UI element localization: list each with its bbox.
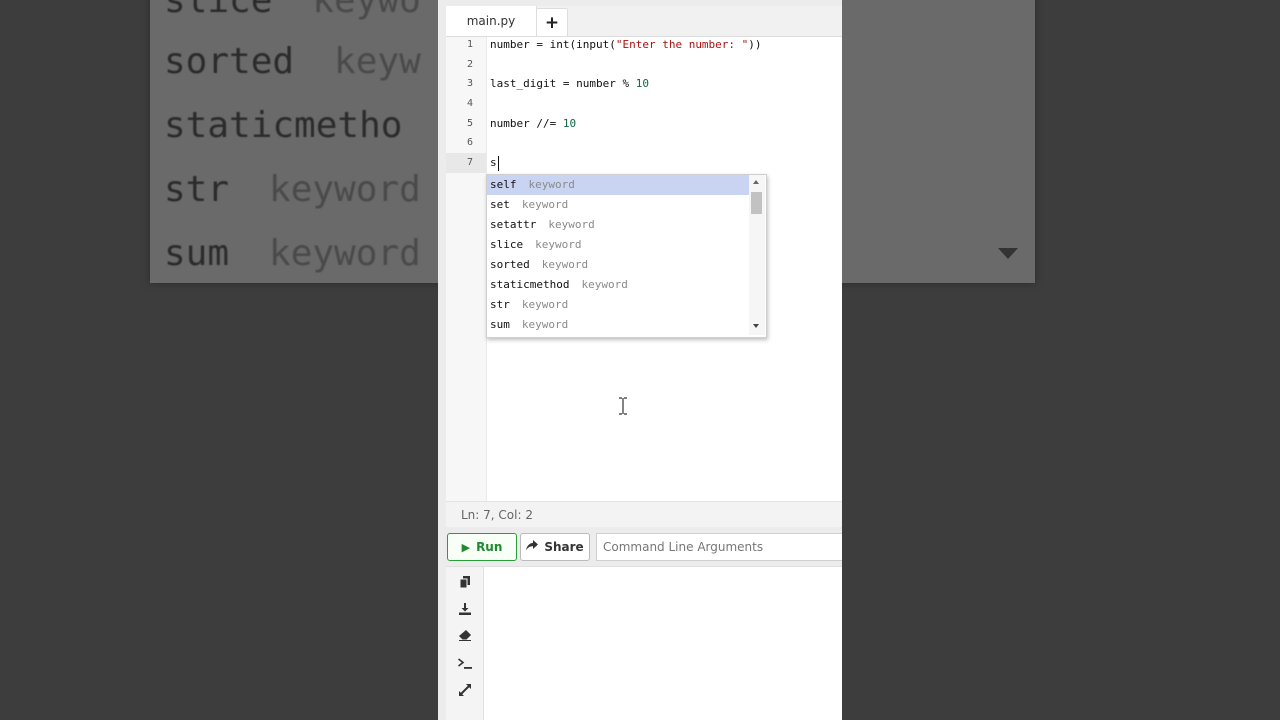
run-toolbar: ▶ Run Share (446, 533, 842, 561)
line-number: 3 (466, 78, 473, 89)
share-button[interactable]: Share (520, 533, 590, 561)
autocomplete-item[interactable]: str keyword (487, 295, 749, 315)
share-icon (526, 540, 539, 554)
line-number: 5 (466, 118, 473, 129)
zoom-line: str keyword (164, 169, 421, 210)
autocomplete-popup: self keyword set keyword setattr keyword sl… (486, 174, 767, 338)
download-icon[interactable] (455, 599, 475, 619)
play-icon: ▶ (461, 540, 471, 554)
tab-main-py[interactable]: main.py (446, 6, 537, 36)
online-compiler: main.py + 1 2 3 4 5 6 7 number = int(inp… (438, 0, 842, 720)
code-line-1: number = int(input("Enter the number: ")… (490, 38, 762, 51)
autocomplete-item[interactable]: self keyword (487, 175, 749, 195)
run-button[interactable]: ▶ Run (447, 533, 517, 561)
console-toolbar (446, 567, 484, 720)
autocomplete-item[interactable]: setattr keyword (487, 215, 749, 235)
cursor-position: Ln: 7, Col: 2 (461, 508, 533, 522)
add-file-button[interactable]: + (536, 8, 568, 37)
command-line-arguments-input[interactable] (596, 533, 842, 561)
zoom-line: slice keywo (164, 0, 421, 21)
scroll-up-arrow-icon[interactable] (753, 180, 759, 184)
line-number-gutter: 1 2 3 4 5 6 7 (446, 37, 487, 501)
expand-icon[interactable] (455, 680, 475, 700)
scrollbar-thumb[interactable] (751, 192, 762, 214)
autocomplete-scrollbar[interactable] (749, 175, 765, 335)
autocomplete-item[interactable]: sorted keyword (487, 255, 749, 275)
copy-icon[interactable] (455, 572, 475, 592)
output-console[interactable] (446, 566, 842, 720)
code-line-5: number //= 10 (490, 117, 577, 130)
chevron-down-icon (998, 248, 1018, 259)
text-cursor-icon (619, 397, 627, 415)
editor-status-bar: Ln: 7, Col: 2 (446, 501, 842, 527)
text-cursor (497, 155, 499, 171)
line-number: 1 (466, 39, 473, 50)
scroll-down-arrow-icon[interactable] (753, 324, 759, 328)
autocomplete-item[interactable]: slice keyword (487, 235, 749, 255)
terminal-icon[interactable] (455, 653, 475, 673)
line-number: 6 (466, 137, 473, 148)
eraser-icon[interactable] (455, 625, 475, 645)
file-tab-bar: main.py + (446, 6, 842, 37)
zoom-line: staticmetho (164, 105, 403, 146)
line-number: 7 (466, 157, 473, 168)
zoom-line: sorted keyw (164, 41, 421, 82)
autocomplete-item[interactable]: staticmethod keyword (487, 275, 749, 295)
zoom-line: sum keyword (164, 233, 421, 274)
code-line-3: last_digit = number % 10 (490, 77, 649, 90)
autocomplete-item[interactable]: set keyword (487, 195, 749, 215)
line-number: 2 (466, 59, 473, 70)
autocomplete-item[interactable]: sum keyword (487, 315, 749, 335)
code-line-7: s (490, 155, 499, 171)
line-number: 4 (466, 98, 473, 109)
